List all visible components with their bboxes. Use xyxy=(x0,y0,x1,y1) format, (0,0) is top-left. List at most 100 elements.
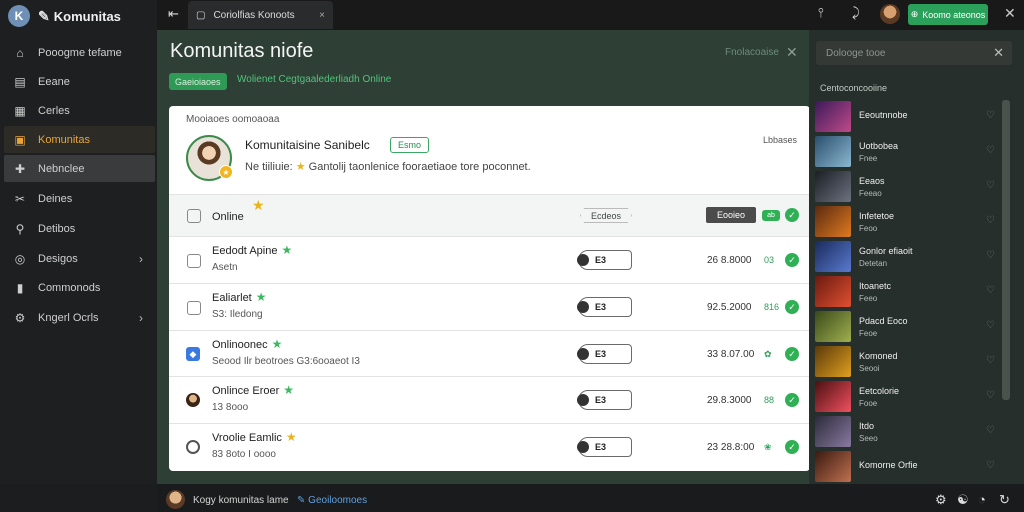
row-value: 26 8.8000 xyxy=(707,255,752,266)
profile-tag[interactable]: Esmo xyxy=(390,137,430,153)
row-subtitle: Asetn xyxy=(212,262,238,273)
table-row[interactable]: Eedodt Apine ★ Asetn E3 26 8.8000 03 ✓ xyxy=(169,236,810,283)
row-avatar[interactable] xyxy=(186,393,200,407)
heart-icon[interactable]: ♡ xyxy=(986,460,995,471)
row-value: 92.5.2000 xyxy=(707,302,752,313)
row-value: 33 8.07.00 xyxy=(707,349,755,360)
sidebar-item-9[interactable]: ⚙ Kngerl Ocrls › xyxy=(4,304,155,331)
box-icon: ▤ xyxy=(14,74,26,89)
sidebar-item-1[interactable]: ▤ Eeane xyxy=(4,68,155,95)
heart-icon[interactable]: ♡ xyxy=(986,145,995,156)
user-avatar[interactable] xyxy=(880,4,900,24)
table-row[interactable]: Onlince Eroer ★ 13 8ooo E3 29.8.3000 88 ✓ xyxy=(169,376,810,423)
sidebar-item-8[interactable]: ▮ Commonods xyxy=(4,274,155,301)
heart-icon[interactable]: ♡ xyxy=(986,320,995,331)
card-heading: Mooiaoes oomoaoaa xyxy=(186,114,280,125)
game-list-item[interactable]: Komorne Orfie ♡ xyxy=(815,450,1001,483)
row-small-badge: ❀ xyxy=(764,442,772,452)
online-action-button[interactable]: Eooieo xyxy=(706,207,756,223)
game-subtitle: Feeao xyxy=(859,188,882,198)
game-list-item[interactable]: Komoned Seooi ♡ xyxy=(815,345,1001,378)
settings-icon: ⚙ xyxy=(14,310,26,325)
scrollbar[interactable] xyxy=(1002,100,1010,400)
game-list-item[interactable]: Eetcolorie Fooe ♡ xyxy=(815,380,1001,413)
game-list-item[interactable]: Itdo Seeo ♡ xyxy=(815,415,1001,448)
sidebar-item-5[interactable]: ✂ Deines xyxy=(4,185,155,212)
game-thumbnail xyxy=(815,451,851,482)
game-pill[interactable]: E3 xyxy=(577,344,632,364)
heart-icon[interactable]: ♡ xyxy=(986,355,995,366)
tab-active[interactable]: ▢ Coriolfias Konoots × xyxy=(188,1,333,29)
game-list-item[interactable]: Eeaos Feeao ♡ xyxy=(815,170,1001,203)
row-small-badge: ✿ xyxy=(764,349,772,359)
back-icon[interactable]: ⇤ xyxy=(168,6,179,22)
game-pill[interactable]: E3 xyxy=(577,250,632,270)
game-list-item[interactable]: Infetetoe Feoo ♡ xyxy=(815,205,1001,238)
refresh-icon[interactable]: ↻ xyxy=(999,492,1010,508)
status-icon[interactable]: ◔ xyxy=(978,492,986,507)
row-name: Onlinoonec ★ xyxy=(212,337,283,351)
home-icon: ⌂ xyxy=(16,45,24,60)
game-pill[interactable]: E3 xyxy=(577,297,632,317)
heart-icon[interactable]: ♡ xyxy=(986,180,995,191)
sidebar-item-7[interactable]: ◎ Desigos › xyxy=(4,245,155,272)
sidebar-item-6[interactable]: ⚲ Detibos xyxy=(4,215,155,242)
panel-close-icon[interactable]: ✕ xyxy=(786,44,798,61)
heart-icon[interactable]: ♡ xyxy=(986,425,995,436)
sidebar-item-label: Pooogme tefame xyxy=(38,46,122,59)
heart-icon[interactable]: ♡ xyxy=(986,215,995,226)
settings-icon[interactable]: ⚙ xyxy=(935,492,947,508)
heart-icon[interactable]: ♡ xyxy=(986,250,995,261)
sidebar-item-2[interactable]: ▦ Cerles xyxy=(4,97,155,124)
game-list-item[interactable]: Uotbobea Fnee ♡ xyxy=(815,135,1001,168)
brand-row[interactable]: K ✎ Komunitas xyxy=(8,4,121,28)
row-checkbox[interactable] xyxy=(187,209,201,223)
row-checkbox[interactable] xyxy=(187,301,201,315)
bottom-avatar[interactable] xyxy=(166,490,185,509)
row-checkbox[interactable] xyxy=(187,254,201,268)
game-subtitle: Feoe xyxy=(859,328,878,338)
online-row[interactable]: Online ★ Ecdeos Eooieo ab ✓ xyxy=(169,194,810,236)
controller-icon[interactable]: ⫯ xyxy=(818,5,824,21)
bottom-link[interactable]: ✎ Geoiloomoes xyxy=(297,495,367,506)
sidebar-item-label: Deines xyxy=(38,192,73,205)
header-link[interactable]: Fnolacoaise xyxy=(725,47,779,58)
game-list-item[interactable]: Eeoutnnobe ♡ xyxy=(815,100,1001,133)
tab-close-icon[interactable]: × xyxy=(319,10,325,21)
app-logo-icon: K xyxy=(8,5,30,27)
star-icon: ★ xyxy=(271,337,283,351)
heart-icon[interactable]: ♡ xyxy=(986,390,995,401)
game-thumbnail xyxy=(815,381,851,412)
sidebar-item-3[interactable]: ▣ Komunitas xyxy=(4,126,155,153)
search-clear-icon[interactable]: ✕ xyxy=(993,45,1004,61)
image-icon: ▦ xyxy=(14,103,26,118)
check-icon: ✓ xyxy=(785,440,799,454)
game-list-item[interactable]: Itoanetc Feeo ♡ xyxy=(815,275,1001,308)
game-thumbnail xyxy=(815,276,851,307)
table-row[interactable]: Ealiarlet ★ S3: Iledong E3 92.5.2000 816 ✓ xyxy=(169,283,810,330)
game-subtitle: Feoo xyxy=(859,223,878,233)
share-icon[interactable]: ⤸ xyxy=(852,5,860,21)
game-name: Itoanetc xyxy=(859,280,892,291)
sidebar-item-0[interactable]: ⌂ Pooogme tefame xyxy=(4,39,155,66)
star-icon: ★ xyxy=(252,197,265,213)
game-name: Eetcolorie xyxy=(859,385,900,396)
table-row[interactable]: ◆ Onlinoonec ★ Seood Ilr beotroes G3:6ooaeo… xyxy=(169,330,810,377)
game-pill[interactable]: E3 xyxy=(577,437,632,457)
heart-icon[interactable]: ♡ xyxy=(986,110,995,121)
tab-title: Coriolfias Konoots xyxy=(213,9,295,21)
heart-icon[interactable]: ♡ xyxy=(986,285,995,296)
window-close-icon[interactable]: ✕ xyxy=(1004,5,1016,22)
game-thumbnail xyxy=(815,171,851,202)
game-pill[interactable]: E3 xyxy=(577,390,632,410)
primary-action-button[interactable]: ⊕ Koomo ateonos xyxy=(908,4,988,25)
game-list-item[interactable]: Gonlor efiaoit Detetan ♡ xyxy=(815,240,1001,273)
table-row[interactable]: Vroolie Eamlic ★ 83 8oto I oooo E3 23 28.8:0… xyxy=(169,423,810,470)
theme-icon[interactable]: ☯ xyxy=(957,492,969,508)
game-thumbnail xyxy=(815,416,851,447)
sidebar-item-4[interactable]: ✚ Nebnclee xyxy=(4,155,155,182)
row-subtitle: 13 8ooo xyxy=(212,402,249,413)
check-icon: ✓ xyxy=(785,393,799,407)
search-input[interactable]: Dolooge tooe ✕ xyxy=(816,41,1012,65)
game-list-item[interactable]: Pdacd Eoco Feoe ♡ xyxy=(815,310,1001,343)
